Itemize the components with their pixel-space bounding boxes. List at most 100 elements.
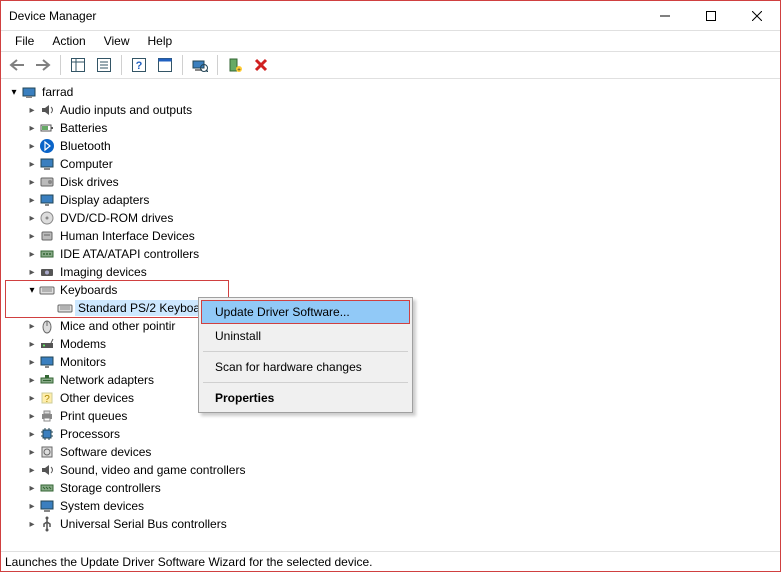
expand-arrow-icon[interactable]: ▸ [25, 103, 39, 117]
expand-arrow-icon[interactable]: ▸ [25, 445, 39, 459]
tree-item[interactable]: ▸ Batteries [5, 119, 780, 137]
tree-label: Batteries [57, 120, 110, 136]
window-title: Device Manager [9, 9, 642, 23]
sound-icon [39, 462, 55, 478]
minimize-button[interactable] [642, 1, 688, 31]
tree-label: Human Interface Devices [57, 228, 198, 244]
tree-item[interactable]: ▸ Disk drives [5, 173, 780, 191]
print-icon [39, 408, 55, 424]
close-icon [752, 11, 762, 21]
tree-item[interactable]: ▸Storage controllers [5, 479, 780, 497]
display-icon [39, 192, 55, 208]
tree-label: Modems [57, 336, 109, 352]
help-button[interactable]: ? [127, 53, 151, 77]
system-icon [39, 498, 55, 514]
toolbar-separator [60, 55, 61, 75]
expand-arrow-icon[interactable]: ▾ [7, 85, 21, 99]
tree-item[interactable]: ▸ Imaging devices [5, 263, 780, 281]
add-legacy-button[interactable]: + [223, 53, 247, 77]
menu-file[interactable]: File [7, 32, 42, 50]
tree-item[interactable]: ▸Processors [5, 425, 780, 443]
tree-item[interactable]: ▸DVD/CD-ROM drives [5, 209, 780, 227]
menu-separator [203, 351, 408, 352]
expand-arrow-icon[interactable]: ▸ [25, 265, 39, 279]
expand-arrow-icon[interactable]: ▸ [25, 427, 39, 441]
minimize-icon [660, 11, 670, 21]
tree-item[interactable]: ▸Audio inputs and outputs [5, 101, 780, 119]
expand-arrow-icon[interactable]: ▸ [25, 211, 39, 225]
software-icon [39, 444, 55, 460]
menu-scan-hardware[interactable]: Scan for hardware changes [201, 355, 410, 379]
expand-arrow-icon[interactable]: ▸ [25, 139, 39, 153]
uninstall-button[interactable] [249, 53, 273, 77]
computer-icon [39, 156, 55, 172]
maximize-button[interactable] [688, 1, 734, 31]
expand-arrow-icon[interactable]: ▸ [25, 517, 39, 531]
show-hide-tree-button[interactable] [66, 53, 90, 77]
expand-arrow-icon[interactable]: ▸ [25, 319, 39, 333]
expand-arrow-icon[interactable]: ▸ [25, 355, 39, 369]
action-icon [158, 58, 172, 72]
usb-icon [39, 516, 55, 532]
expand-arrow-icon[interactable]: ▸ [25, 481, 39, 495]
menu-view[interactable]: View [96, 32, 138, 50]
forward-button[interactable] [31, 53, 55, 77]
menubar: File Action View Help [1, 31, 780, 51]
expand-arrow-icon[interactable]: ▸ [25, 247, 39, 261]
expand-arrow-icon[interactable]: ▸ [25, 391, 39, 405]
expand-arrow-icon[interactable]: ▸ [25, 193, 39, 207]
tree-item[interactable]: ▸Bluetooth [5, 137, 780, 155]
toolbar: ? + [1, 51, 780, 79]
device-tree[interactable]: ▾farrad▸Audio inputs and outputs▸Batteri… [1, 79, 780, 551]
expand-arrow-icon[interactable]: ▸ [25, 121, 39, 135]
tree-label: Imaging devices [57, 264, 150, 280]
tree-item[interactable]: ▸Universal Serial Bus controllers [5, 515, 780, 533]
window-controls [642, 1, 780, 31]
svg-text:+: + [237, 68, 241, 73]
context-menu: Update Driver Software... Uninstall Scan… [198, 297, 413, 413]
expand-arrow-icon[interactable]: ▸ [25, 337, 39, 351]
expand-arrow-icon[interactable]: ▸ [25, 229, 39, 243]
expand-arrow-icon[interactable]: ▾ [25, 283, 39, 297]
tree-label: IDE ATA/ATAPI controllers [57, 246, 202, 262]
properties-button[interactable] [92, 53, 116, 77]
statusbar-text: Launches the Update Driver Software Wiza… [5, 555, 373, 569]
uninstall-x-icon [254, 58, 268, 72]
tree-root[interactable]: ▾ farrad [5, 83, 780, 101]
menu-action[interactable]: Action [44, 32, 93, 50]
menu-uninstall[interactable]: Uninstall [201, 324, 410, 348]
menu-help[interactable]: Help [140, 32, 181, 50]
menu-properties[interactable]: Properties [201, 386, 410, 410]
tree-item[interactable]: ▸ Software devices [5, 443, 780, 461]
tree-item[interactable]: ▸Computer [5, 155, 780, 173]
expand-arrow-icon[interactable]: ▸ [25, 175, 39, 189]
close-button[interactable] [734, 1, 780, 31]
tree-label: Standard PS/2 Keyboard [75, 300, 214, 316]
tree-item[interactable]: ▸ IDE ATA/ATAPI controllers [5, 245, 780, 263]
tree-pane-icon [71, 58, 85, 72]
tree-label: Other devices [57, 390, 137, 406]
dvd-icon [39, 210, 55, 226]
scan-hardware-button[interactable] [188, 53, 212, 77]
tree-label: farrad [39, 84, 76, 100]
svg-text:?: ? [136, 60, 143, 72]
back-arrow-icon [9, 59, 25, 71]
tree-label: Disk drives [57, 174, 122, 190]
tree-item[interactable]: ▸Display adapters [5, 191, 780, 209]
back-button[interactable] [5, 53, 29, 77]
action-button[interactable] [153, 53, 177, 77]
expand-arrow-icon[interactable]: ▸ [25, 463, 39, 477]
network-icon [39, 372, 55, 388]
properties-icon [97, 58, 111, 72]
expand-arrow-icon[interactable]: ▸ [25, 157, 39, 171]
tree-item[interactable]: ▸ Human Interface Devices [5, 227, 780, 245]
menu-update-driver[interactable]: Update Driver Software... [201, 300, 410, 324]
tree-item[interactable]: ▸System devices [5, 497, 780, 515]
tree-item[interactable]: ▸Sound, video and game controllers [5, 461, 780, 479]
expand-arrow-icon[interactable]: ▸ [25, 499, 39, 513]
scan-hardware-icon [192, 58, 208, 72]
tree-label: Software devices [57, 444, 154, 460]
menu-separator [203, 382, 408, 383]
expand-arrow-icon[interactable]: ▸ [25, 409, 39, 423]
expand-arrow-icon[interactable]: ▸ [25, 373, 39, 387]
